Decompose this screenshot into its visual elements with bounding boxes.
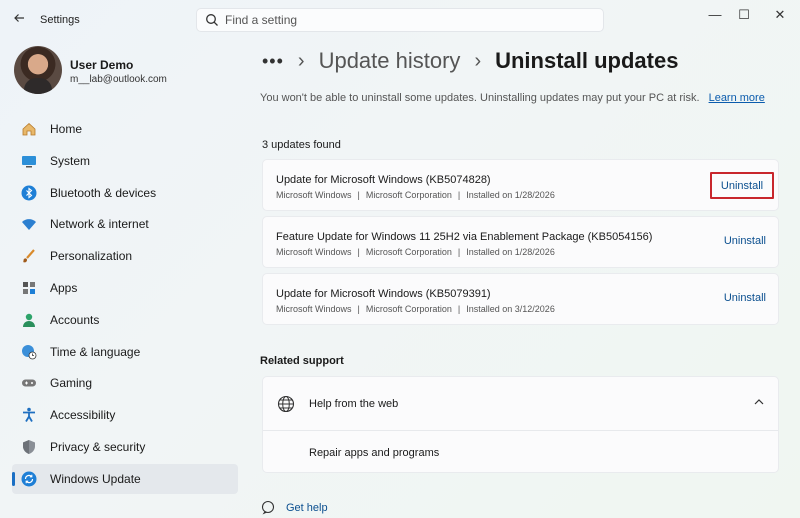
sidebar-item-label: Personalization: [50, 249, 133, 264]
home-icon: [20, 120, 38, 138]
globe-clock-icon: [20, 343, 38, 361]
sidebar-item-gaming[interactable]: Gaming: [12, 368, 238, 398]
meta-separator: |: [457, 190, 461, 200]
update-installed-date: Installed on 1/28/2026: [466, 247, 555, 257]
update-meta: Microsoft Windows | Microsoft Corporation |…: [276, 190, 555, 200]
update-installed-date: Installed on 1/28/2026: [466, 190, 555, 200]
update-publisher: Microsoft Corporation: [365, 247, 452, 257]
sidebar-item-label: Privacy & security: [50, 439, 146, 454]
meta-separator: |: [457, 247, 461, 257]
update-publisher: Microsoft Corporation: [365, 304, 452, 314]
meta-separator: |: [357, 247, 360, 257]
bluetooth-icon: [20, 184, 38, 202]
update-item: Update for Microsoft Windows (KB5079391)…: [262, 273, 779, 325]
apps-icon: [20, 279, 38, 297]
search-box[interactable]: [196, 8, 604, 32]
update-item: Feature Update for Windows 11 25H2 via E…: [262, 216, 779, 268]
title-bar: Settings — ☐ ✕: [0, 0, 800, 36]
sidebar-item-label: Accounts: [50, 312, 100, 327]
update-installed-date: Installed on 3/12/2026: [466, 304, 555, 314]
uninstall-button[interactable]: Uninstall: [724, 292, 766, 304]
sidebar-item-windows-update[interactable]: Windows Update: [12, 463, 238, 494]
sidebar-item-label: Windows Update: [50, 471, 141, 486]
get-help-label: Get help: [286, 502, 328, 514]
help-from-web-header[interactable]: Help from the web: [263, 377, 778, 431]
help-chat-icon: [260, 500, 276, 516]
chevron-up-icon[interactable]: [752, 395, 766, 409]
sidebar-item-apps[interactable]: Apps: [12, 273, 238, 303]
close-button[interactable]: ✕: [769, 6, 791, 24]
update-title: Update for Microsoft Windows (KB5074828): [276, 174, 491, 186]
warning-message: You won't be able to uninstall some upda…: [260, 92, 700, 104]
update-item: Update for Microsoft Windows (KB5074828)…: [262, 159, 779, 211]
gamepad-icon: [20, 374, 38, 392]
app-title: Settings: [40, 14, 80, 26]
search-icon: [205, 13, 219, 27]
user-profile[interactable]: User Demo m__lab@outlook.com: [12, 44, 242, 98]
update-icon: [20, 470, 38, 488]
brush-icon: [20, 247, 38, 265]
sidebar-item-time-language[interactable]: Time & language: [12, 337, 238, 367]
sidebar-item-bluetooth[interactable]: Bluetooth & devices: [12, 178, 238, 208]
sidebar-item-home[interactable]: Home: [12, 114, 238, 144]
accounts-icon: [20, 311, 38, 329]
updates-count: 3 updates found: [262, 139, 341, 151]
update-product: Microsoft Windows: [276, 304, 352, 314]
sidebar-item-system[interactable]: System: [12, 146, 238, 176]
sidebar-item-label: Apps: [50, 280, 78, 295]
meta-separator: |: [357, 190, 360, 200]
update-title: Update for Microsoft Windows (KB5079391): [276, 288, 491, 300]
chevron-right-icon: ›: [474, 49, 482, 72]
warning-text: You won't be able to uninstall some upda…: [260, 92, 765, 104]
help-from-web-title: Help from the web: [309, 398, 399, 410]
back-arrow-icon[interactable]: [10, 10, 28, 28]
update-meta: Microsoft Windows | Microsoft Corporation |…: [276, 304, 555, 314]
meta-separator: |: [457, 304, 461, 314]
sidebar-item-label: Gaming: [50, 376, 93, 391]
sidebar-item-label: Bluetooth & devices: [50, 185, 157, 200]
repair-apps-link[interactable]: Repair apps and programs: [309, 447, 439, 459]
sidebar-item-accessibility[interactable]: Accessibility: [12, 400, 238, 430]
update-title: Feature Update for Windows 11 25H2 via E…: [276, 231, 653, 243]
get-help-link[interactable]: Get help: [260, 500, 328, 516]
update-product: Microsoft Windows: [276, 190, 352, 200]
update-publisher: Microsoft Corporation: [365, 190, 452, 200]
page-title: Uninstall updates: [495, 48, 679, 73]
update-meta: Microsoft Windows | Microsoft Corporation |…: [276, 247, 555, 257]
help-from-web-card: Help from the web Repair apps and progra…: [262, 376, 779, 473]
maximize-button[interactable]: ☐: [733, 6, 755, 24]
sidebar-item-label: Home: [50, 122, 83, 136]
sidebar-item-privacy-security[interactable]: Privacy & security: [12, 432, 238, 462]
update-product: Microsoft Windows: [276, 247, 352, 257]
wifi-icon: [20, 215, 38, 233]
learn-more-link[interactable]: Learn more: [709, 92, 765, 104]
accessibility-icon: [20, 406, 38, 424]
uninstall-button[interactable]: Uninstall: [724, 235, 766, 247]
sidebar-item-label: Network & internet: [50, 217, 149, 232]
sidebar-item-personalization[interactable]: Personalization: [12, 241, 238, 271]
sidebar-nav: Home System Bluetooth & devices Network …: [12, 114, 238, 496]
related-support-heading: Related support: [260, 355, 344, 367]
sidebar-item-accounts[interactable]: Accounts: [12, 305, 238, 335]
globe-icon: [277, 395, 295, 413]
search-input[interactable]: [225, 11, 595, 29]
sidebar-item-label: Time & language: [50, 344, 141, 359]
sidebar-item-network[interactable]: Network & internet: [12, 209, 238, 239]
avatar: [14, 46, 62, 94]
sidebar-item-label: System: [50, 153, 91, 168]
breadcrumb: ••• › Update history › Uninstall updates: [262, 46, 678, 76]
shield-icon: [20, 438, 38, 456]
breadcrumb-update-history[interactable]: Update history: [319, 48, 461, 74]
user-name: User Demo: [70, 58, 134, 72]
minimize-button[interactable]: —: [704, 6, 726, 24]
uninstall-button[interactable]: Uninstall: [710, 172, 774, 199]
sidebar-item-label: Accessibility: [50, 408, 116, 423]
breadcrumb-more-button[interactable]: •••: [262, 51, 284, 72]
system-icon: [20, 152, 38, 170]
meta-separator: |: [357, 304, 360, 314]
user-email: m__lab@outlook.com: [70, 74, 167, 85]
chevron-right-icon: ›: [297, 49, 305, 72]
